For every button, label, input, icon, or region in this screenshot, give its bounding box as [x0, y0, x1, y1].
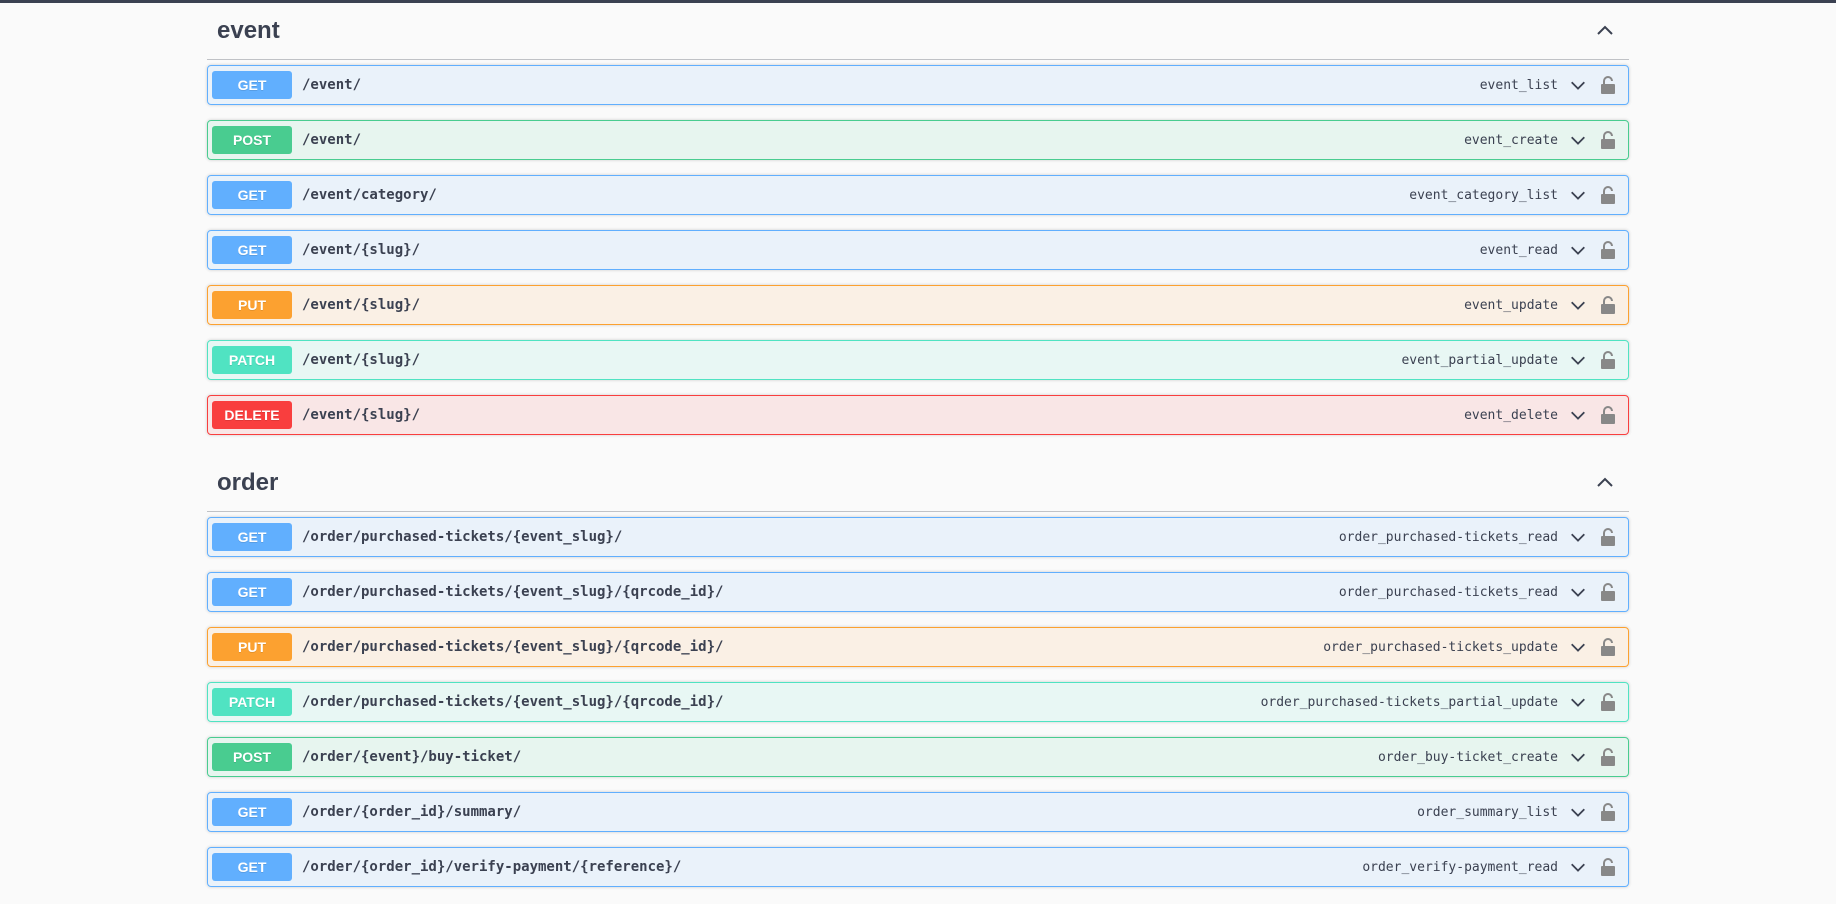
- chevron-down-icon[interactable]: [1566, 128, 1590, 152]
- chevron-up-icon[interactable]: [1591, 469, 1619, 497]
- method-badge: PATCH: [212, 346, 292, 374]
- chevron-down-icon[interactable]: [1566, 855, 1590, 879]
- unlocked-padlock-icon[interactable]: [1598, 403, 1618, 427]
- chevron-down-icon[interactable]: [1566, 348, 1590, 372]
- chevron-down-icon[interactable]: [1566, 690, 1590, 714]
- operation-row-get[interactable]: GET/order/purchased-tickets/{event_slug}…: [207, 572, 1629, 612]
- operation-row-patch[interactable]: PATCH/event/{slug}/ event_partial_update: [207, 340, 1629, 380]
- operation-row-get[interactable]: GET/event/{slug}/ event_read: [207, 230, 1629, 270]
- chevron-down-icon[interactable]: [1566, 525, 1590, 549]
- unlocked-padlock-icon[interactable]: [1598, 238, 1618, 262]
- chevron-down-icon[interactable]: [1566, 403, 1590, 427]
- operation-id: order_purchased-tickets_update: [1323, 639, 1558, 655]
- operation-row-get[interactable]: GET/event/category/event_category_list: [207, 175, 1629, 215]
- unlocked-padlock-icon[interactable]: [1598, 73, 1618, 97]
- endpoint-path: /order/{order_id}/summary/: [302, 804, 522, 820]
- endpoint-path: /event/{slug}/: [302, 352, 421, 368]
- endpoint-path: /order/{order_id}/verify-payment/{refere…: [302, 859, 682, 875]
- method-badge: GET: [212, 798, 292, 826]
- tag-title: event: [217, 17, 280, 44]
- endpoint-path: /order/purchased-tickets/{event_slug}/{q…: [302, 584, 724, 600]
- tag-header-order[interactable]: order: [207, 455, 1629, 512]
- endpoint-path: /order/{event}/buy-ticket/: [302, 749, 522, 765]
- endpoint-path: /event/: [302, 132, 362, 148]
- unlocked-padlock-icon[interactable]: [1598, 635, 1618, 659]
- api-groups: event GET/event/event_list POST/event/eve…: [207, 3, 1629, 887]
- method-badge: POST: [212, 126, 292, 154]
- operations-list: GET/event/event_list POST/event/event_cre…: [207, 65, 1629, 435]
- operation-row-delete[interactable]: DELETE/event/{slug}/ event_delete: [207, 395, 1629, 435]
- endpoint-path: /event/{slug}/: [302, 407, 421, 423]
- endpoint-path: /order/purchased-tickets/{event_slug}/{q…: [302, 639, 724, 655]
- operation-row-post[interactable]: POST/event/event_create: [207, 120, 1629, 160]
- chevron-down-icon[interactable]: [1566, 745, 1590, 769]
- operation-row-put[interactable]: PUT/order/purchased-tickets/{event_slug}…: [207, 627, 1629, 667]
- method-badge: PUT: [212, 633, 292, 661]
- method-badge: GET: [212, 181, 292, 209]
- unlocked-padlock-icon[interactable]: [1598, 800, 1618, 824]
- operation-id: order_purchased-tickets_partial_update: [1260, 694, 1558, 710]
- operation-row-get[interactable]: GET/order/{order_id}/summary/order_summa…: [207, 792, 1629, 832]
- operation-id: event_partial_update: [1401, 352, 1558, 368]
- chevron-down-icon[interactable]: [1566, 580, 1590, 604]
- method-badge: GET: [212, 71, 292, 99]
- unlocked-padlock-icon[interactable]: [1598, 293, 1618, 317]
- chevron-down-icon[interactable]: [1566, 73, 1590, 97]
- operation-id: order_purchased-tickets_read: [1338, 529, 1558, 545]
- operation-row-put[interactable]: PUT/event/{slug}/ event_update: [207, 285, 1629, 325]
- chevron-down-icon[interactable]: [1566, 635, 1590, 659]
- operation-row-get[interactable]: GET/order/purchased-tickets/{event_slug}…: [207, 517, 1629, 557]
- tag-title: order: [217, 469, 279, 496]
- operation-id: order_summary_list: [1417, 804, 1558, 820]
- chevron-up-icon[interactable]: [1591, 17, 1619, 45]
- endpoint-path: /event/: [302, 77, 362, 93]
- unlocked-padlock-icon[interactable]: [1598, 855, 1618, 879]
- unlocked-padlock-icon[interactable]: [1598, 348, 1618, 372]
- unlocked-padlock-icon[interactable]: [1598, 745, 1618, 769]
- operation-row-get[interactable]: GET/event/event_list: [207, 65, 1629, 105]
- endpoint-path: /event/category/: [302, 187, 437, 203]
- unlocked-padlock-icon[interactable]: [1598, 128, 1618, 152]
- tag-header-event[interactable]: event: [207, 3, 1629, 60]
- operations-list: GET/order/purchased-tickets/{event_slug}…: [207, 517, 1629, 887]
- operation-id: order_purchased-tickets_read: [1338, 584, 1558, 600]
- tag-section-event: event GET/event/event_list POST/event/eve…: [207, 3, 1629, 435]
- operation-id: event_read: [1479, 242, 1558, 258]
- endpoint-path: /event/{slug}/: [302, 297, 421, 313]
- unlocked-padlock-icon[interactable]: [1598, 525, 1618, 549]
- chevron-down-icon[interactable]: [1566, 238, 1590, 262]
- endpoint-path: /order/purchased-tickets/{event_slug}/{q…: [302, 694, 724, 710]
- chevron-down-icon[interactable]: [1566, 293, 1590, 317]
- method-badge: GET: [212, 236, 292, 264]
- method-badge: POST: [212, 743, 292, 771]
- operation-row-get[interactable]: GET/order/{order_id}/verify-payment/{ref…: [207, 847, 1629, 887]
- method-badge: GET: [212, 523, 292, 551]
- operation-id: order_verify-payment_read: [1362, 859, 1558, 875]
- operation-id: event_delete: [1464, 407, 1558, 423]
- chevron-down-icon[interactable]: [1566, 800, 1590, 824]
- method-badge: GET: [212, 578, 292, 606]
- unlocked-padlock-icon[interactable]: [1598, 690, 1618, 714]
- operation-id: event_create: [1464, 132, 1558, 148]
- endpoint-path: /event/{slug}/: [302, 242, 421, 258]
- operation-id: event_category_list: [1409, 187, 1558, 203]
- method-badge: PATCH: [212, 688, 292, 716]
- unlocked-padlock-icon[interactable]: [1598, 580, 1618, 604]
- operation-id: event_update: [1464, 297, 1558, 313]
- chevron-down-icon[interactable]: [1566, 183, 1590, 207]
- endpoint-path: /order/purchased-tickets/{event_slug}/: [302, 529, 623, 545]
- method-badge: GET: [212, 853, 292, 881]
- unlocked-padlock-icon[interactable]: [1598, 183, 1618, 207]
- operation-row-patch[interactable]: PATCH/order/purchased-tickets/{event_slu…: [207, 682, 1629, 722]
- operation-id: order_buy-ticket_create: [1377, 749, 1558, 765]
- method-badge: PUT: [212, 291, 292, 319]
- operation-id: event_list: [1479, 77, 1558, 93]
- operation-row-post[interactable]: POST/order/{event}/buy-ticket/order_buy-…: [207, 737, 1629, 777]
- tag-section-order: order GET/order/purchased-tickets/{event…: [207, 455, 1629, 887]
- method-badge: DELETE: [212, 401, 292, 429]
